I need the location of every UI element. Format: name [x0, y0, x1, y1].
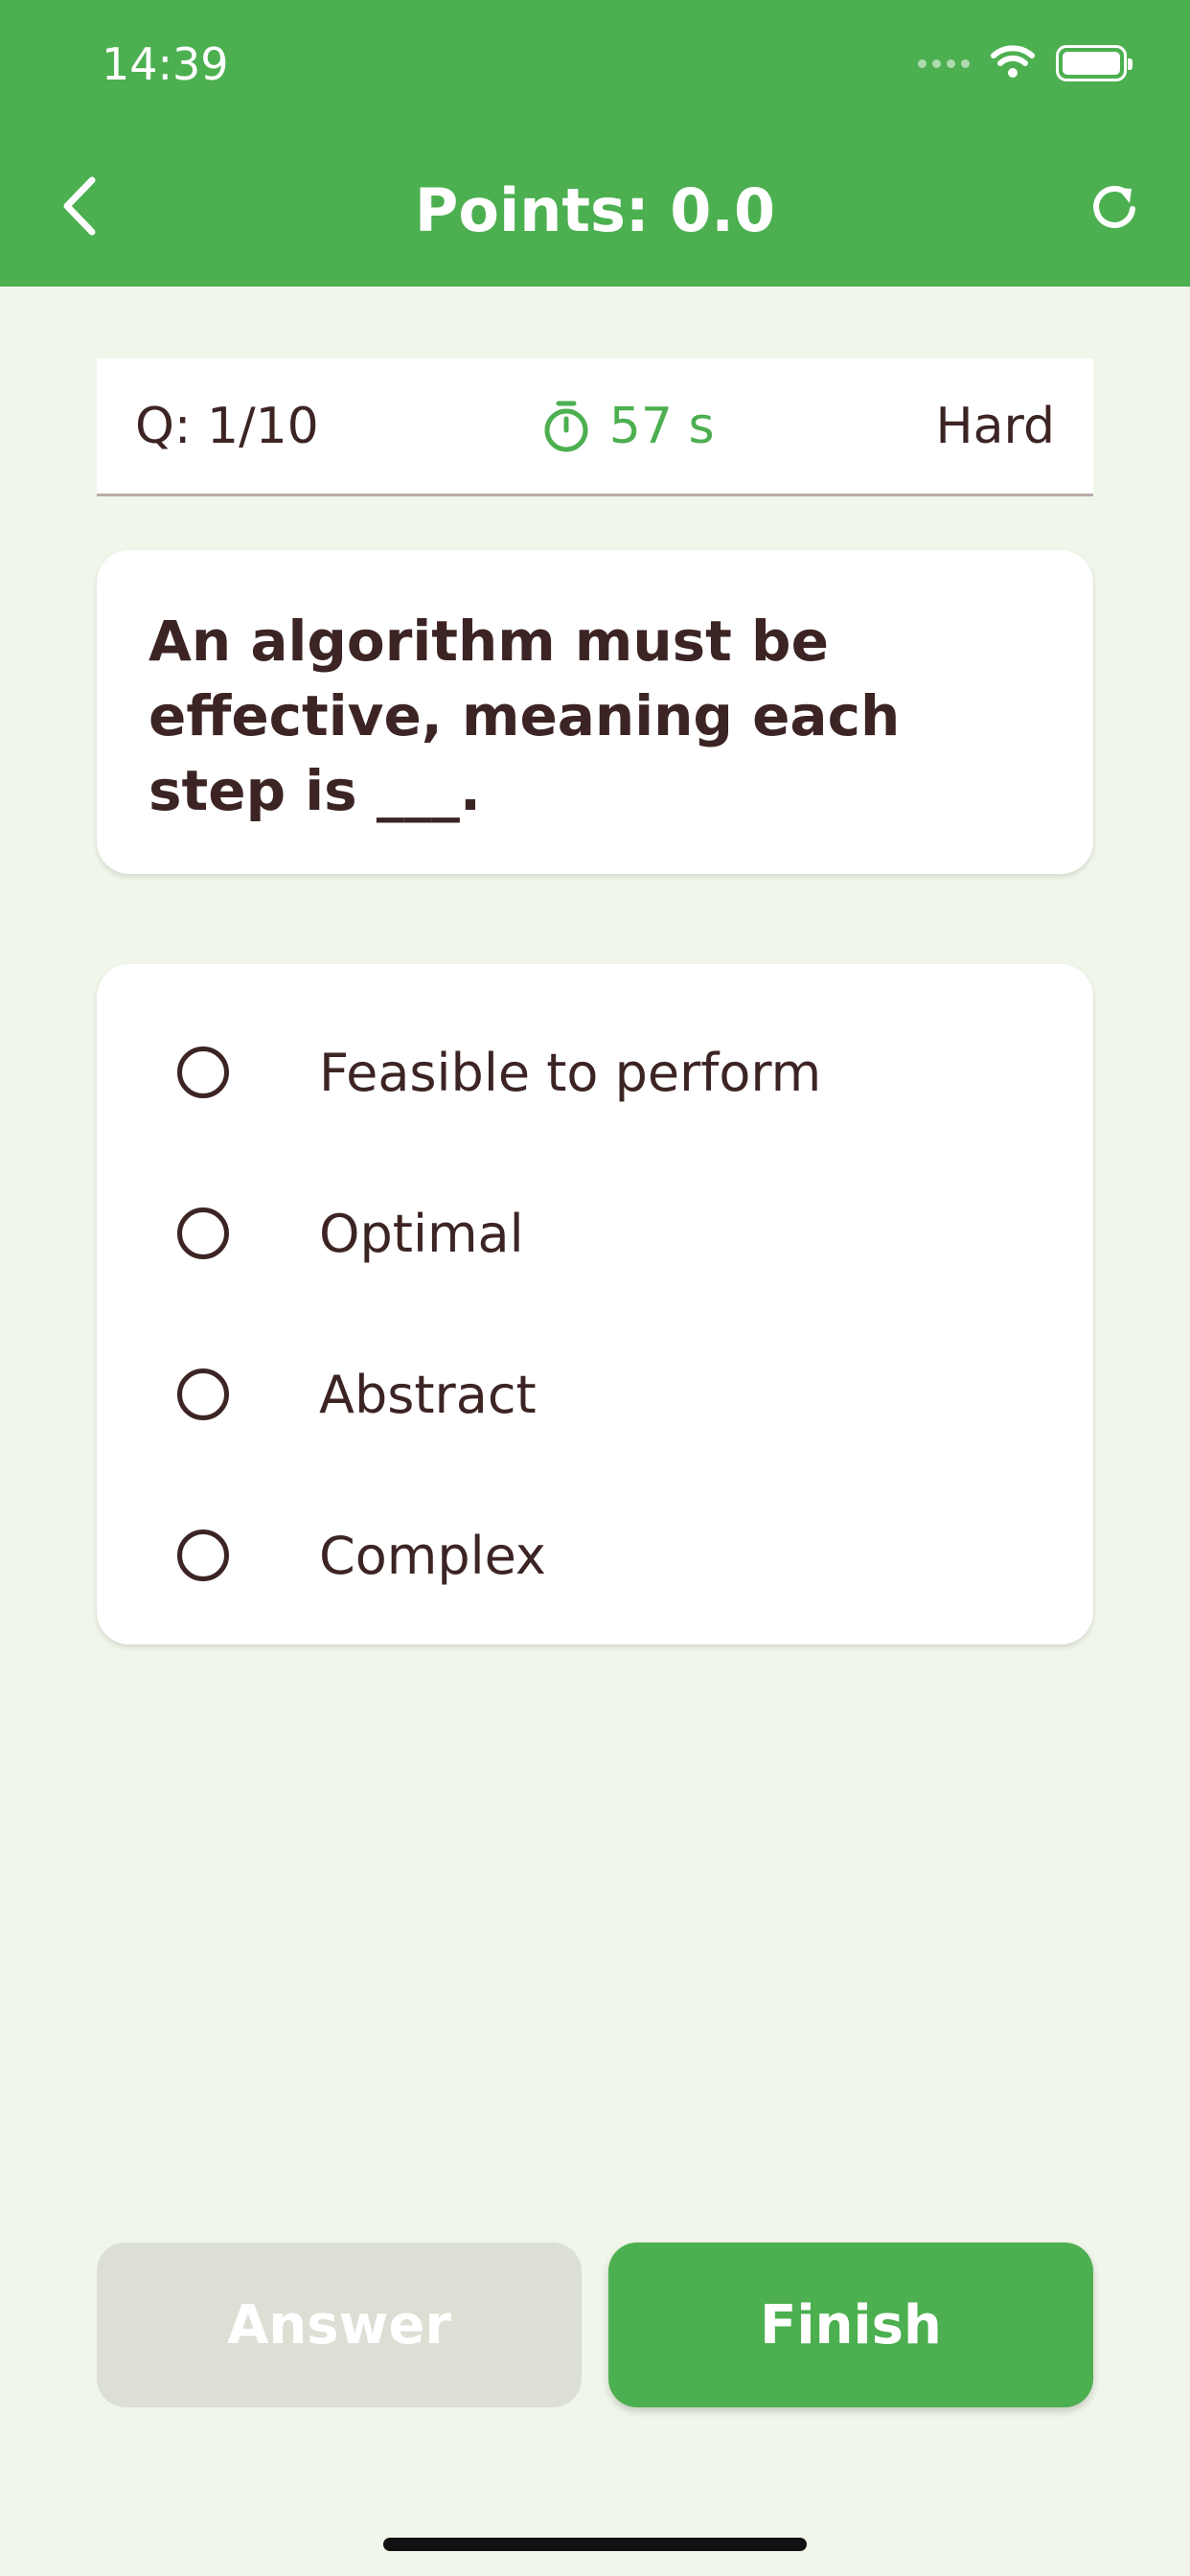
- timer: 57 s: [540, 398, 715, 455]
- points-title: Points: 0.0: [414, 175, 776, 245]
- top-app-bar: 14:39 Points: 0.0: [0, 0, 1190, 287]
- quiz-info-bar: Q: 1/10 57 s Hard: [97, 358, 1093, 496]
- options-card: Feasible to perform Optimal Abstract Com…: [97, 964, 1093, 1644]
- battery-icon: [1056, 45, 1133, 81]
- option-item[interactable]: Optimal: [97, 1153, 1093, 1314]
- status-time: 14:39: [102, 38, 229, 90]
- option-item[interactable]: Abstract: [97, 1314, 1093, 1475]
- option-label: Abstract: [319, 1364, 537, 1425]
- answer-button[interactable]: Answer: [97, 2242, 582, 2407]
- radio-button-icon[interactable]: [177, 1368, 229, 1420]
- radio-button-icon[interactable]: [177, 1208, 229, 1259]
- stopwatch-icon: [544, 401, 588, 451]
- option-label: Feasible to perform: [319, 1042, 822, 1103]
- wifi-icon: [991, 44, 1035, 82]
- question-text: An algorithm must be effective, meaning …: [149, 609, 901, 823]
- option-item[interactable]: Complex: [97, 1475, 1093, 1636]
- option-item[interactable]: Feasible to perform: [97, 992, 1093, 1153]
- option-label: Optimal: [319, 1203, 524, 1264]
- radio-button-icon[interactable]: [177, 1046, 229, 1098]
- refresh-button[interactable]: [1087, 178, 1144, 236]
- timer-value: 57 s: [608, 397, 715, 455]
- refresh-icon: [1093, 185, 1135, 228]
- cellular-signal-icon: [918, 58, 970, 68]
- finish-button[interactable]: Finish: [608, 2242, 1093, 2407]
- radio-button-icon[interactable]: [177, 1530, 229, 1581]
- option-label: Complex: [319, 1525, 546, 1586]
- home-indicator[interactable]: [383, 2538, 807, 2551]
- question-card: An algorithm must be effective, meaning …: [97, 550, 1093, 874]
- question-counter: Q: 1/10: [135, 397, 319, 455]
- difficulty-label: Hard: [935, 397, 1055, 455]
- status-icons: [918, 42, 1133, 84]
